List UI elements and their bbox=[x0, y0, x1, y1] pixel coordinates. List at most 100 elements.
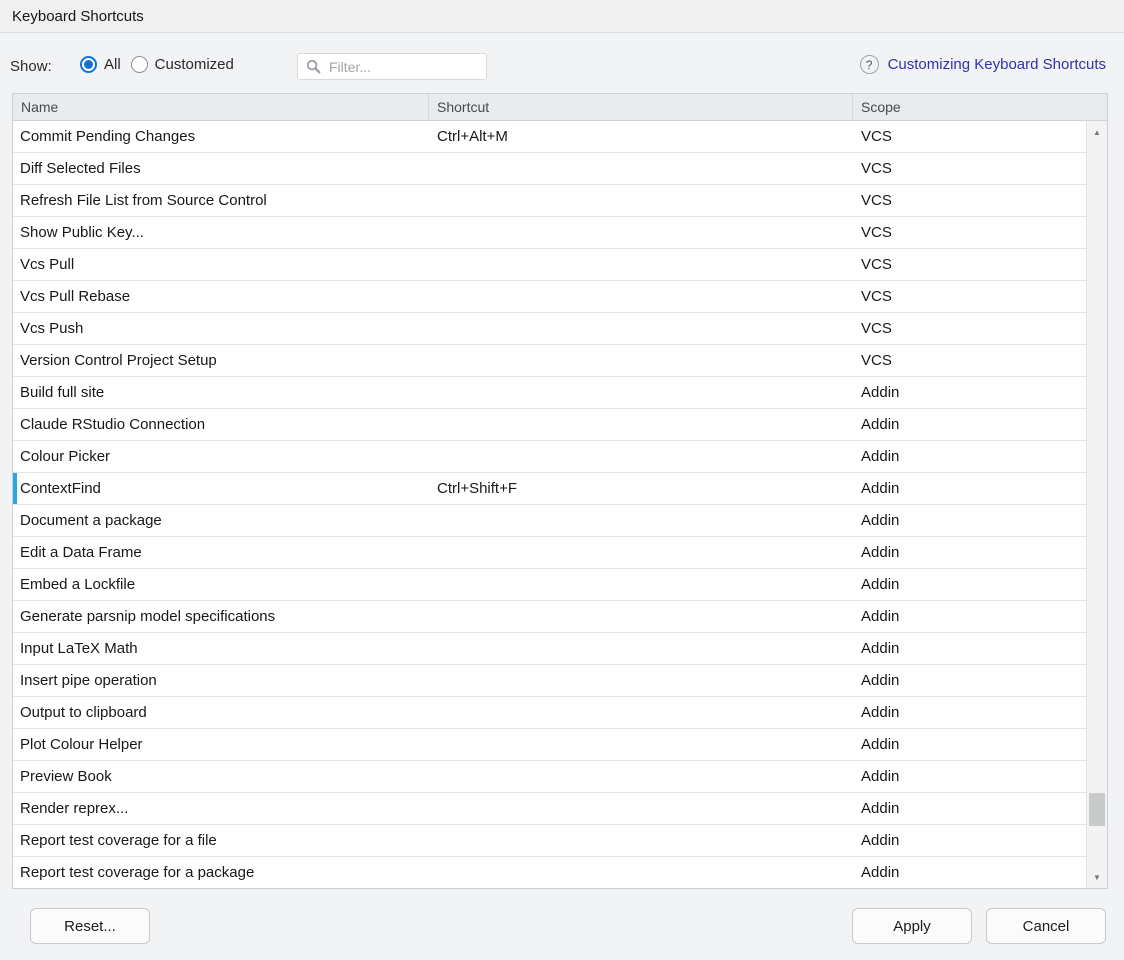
row-scope: VCS bbox=[852, 217, 1086, 248]
row-shortcut bbox=[428, 505, 852, 536]
row-name: Document a package bbox=[13, 505, 428, 536]
row-scope: Addin bbox=[852, 377, 1086, 408]
radio-customized-label: Customized bbox=[155, 55, 234, 73]
row-scope: Addin bbox=[852, 505, 1086, 536]
scrollbar-up-icon[interactable]: ▲ bbox=[1087, 123, 1107, 141]
row-scope: Addin bbox=[852, 409, 1086, 440]
row-shortcut bbox=[428, 441, 852, 472]
row-scope: Addin bbox=[852, 793, 1086, 824]
row-scope: VCS bbox=[852, 153, 1086, 184]
row-shortcut bbox=[428, 217, 852, 248]
table-row[interactable]: Version Control Project Setup VCS bbox=[13, 345, 1086, 377]
row-scope: VCS bbox=[852, 121, 1086, 152]
row-shortcut bbox=[428, 313, 852, 344]
row-name: Vcs Pull Rebase bbox=[13, 281, 428, 312]
cancel-button[interactable]: Cancel bbox=[986, 908, 1106, 944]
table-row[interactable]: Commit Pending Changes Ctrl+Alt+M VCS bbox=[13, 121, 1086, 153]
header-scope: Scope bbox=[852, 94, 1107, 120]
row-scope: VCS bbox=[852, 185, 1086, 216]
radio-all-label: All bbox=[104, 55, 121, 73]
row-name: Claude RStudio Connection bbox=[13, 409, 428, 440]
apply-button[interactable]: Apply bbox=[852, 908, 972, 944]
table-row[interactable]: Colour Picker Addin bbox=[13, 441, 1086, 473]
row-shortcut bbox=[428, 697, 852, 728]
table-row[interactable]: Report test coverage for a package Addin bbox=[13, 857, 1086, 888]
row-shortcut bbox=[428, 409, 852, 440]
row-scope: Addin bbox=[852, 761, 1086, 792]
table-row[interactable]: Input LaTeX Math Addin bbox=[13, 633, 1086, 665]
help-link[interactable]: Customizing Keyboard Shortcuts bbox=[888, 56, 1106, 73]
row-name: Plot Colour Helper bbox=[13, 729, 428, 760]
table-row[interactable]: Output to clipboard Addin bbox=[13, 697, 1086, 729]
table-row[interactable]: Generate parsnip model specifications Ad… bbox=[13, 601, 1086, 633]
scrollbar-down-icon[interactable]: ▼ bbox=[1087, 868, 1107, 886]
row-shortcut: Ctrl+Shift+F bbox=[428, 473, 852, 504]
shortcuts-table: Name Shortcut Scope Commit Pending Chang… bbox=[12, 93, 1108, 889]
row-name: Colour Picker bbox=[13, 441, 428, 472]
table-row[interactable]: ContextFind Ctrl+Shift+F Addin bbox=[13, 473, 1086, 505]
help-icon[interactable]: ? bbox=[860, 55, 879, 74]
row-name: Report test coverage for a file bbox=[13, 825, 428, 856]
table-row[interactable]: Preview Book Addin bbox=[13, 761, 1086, 793]
row-shortcut bbox=[428, 537, 852, 568]
table-row[interactable]: Vcs Pull Rebase VCS bbox=[13, 281, 1086, 313]
help-area[interactable]: ? Customizing Keyboard Shortcuts bbox=[860, 55, 1106, 74]
row-shortcut bbox=[428, 857, 852, 888]
row-shortcut bbox=[428, 761, 852, 792]
table-row[interactable]: Vcs Pull VCS bbox=[13, 249, 1086, 281]
table-row[interactable]: Build full site Addin bbox=[13, 377, 1086, 409]
table-row[interactable]: Plot Colour Helper Addin bbox=[13, 729, 1086, 761]
filter-input[interactable] bbox=[329, 59, 478, 75]
search-icon bbox=[306, 59, 321, 74]
row-name: Generate parsnip model specifications bbox=[13, 601, 428, 632]
radio-all[interactable]: All bbox=[80, 55, 121, 73]
dialog-title: Keyboard Shortcuts bbox=[12, 8, 144, 25]
row-name: Refresh File List from Source Control bbox=[13, 185, 428, 216]
row-name: Build full site bbox=[13, 377, 428, 408]
row-name: Version Control Project Setup bbox=[13, 345, 428, 376]
table-row[interactable]: Show Public Key... VCS bbox=[13, 217, 1086, 249]
table-row[interactable]: Document a package Addin bbox=[13, 505, 1086, 537]
row-scope: Addin bbox=[852, 537, 1086, 568]
table-header: Name Shortcut Scope bbox=[13, 94, 1107, 121]
row-scope: Addin bbox=[852, 697, 1086, 728]
table-row[interactable]: Insert pipe operation Addin bbox=[13, 665, 1086, 697]
table-body: Commit Pending Changes Ctrl+Alt+M VCS Di… bbox=[13, 121, 1107, 888]
row-shortcut bbox=[428, 633, 852, 664]
row-scope: Addin bbox=[852, 441, 1086, 472]
row-name: Show Public Key... bbox=[13, 217, 428, 248]
table-row[interactable]: Claude RStudio Connection Addin bbox=[13, 409, 1086, 441]
reset-button[interactable]: Reset... bbox=[30, 908, 150, 944]
table-scrollbar[interactable]: ▲ ▼ bbox=[1086, 121, 1107, 888]
row-name: Input LaTeX Math bbox=[13, 633, 428, 664]
table-row[interactable]: Report test coverage for a file Addin bbox=[13, 825, 1086, 857]
row-shortcut: Ctrl+Alt+M bbox=[428, 121, 852, 152]
row-scope: VCS bbox=[852, 281, 1086, 312]
row-shortcut bbox=[428, 793, 852, 824]
radio-customized[interactable]: Customized bbox=[131, 55, 234, 73]
row-scope: Addin bbox=[852, 473, 1086, 504]
row-shortcut bbox=[428, 601, 852, 632]
row-scope: Addin bbox=[852, 569, 1086, 600]
row-scope: Addin bbox=[852, 729, 1086, 760]
row-shortcut bbox=[428, 185, 852, 216]
row-shortcut bbox=[428, 377, 852, 408]
row-shortcut bbox=[428, 153, 852, 184]
row-name: ContextFind bbox=[13, 473, 428, 504]
row-shortcut bbox=[428, 665, 852, 696]
table-row[interactable]: Edit a Data Frame Addin bbox=[13, 537, 1086, 569]
radio-all-icon[interactable] bbox=[80, 56, 97, 73]
scrollbar-thumb[interactable] bbox=[1089, 793, 1105, 826]
row-name: Commit Pending Changes bbox=[13, 121, 428, 152]
filter-box[interactable] bbox=[297, 53, 487, 80]
show-label: Show: bbox=[10, 58, 52, 75]
table-row[interactable]: Render reprex... Addin bbox=[13, 793, 1086, 825]
row-name: Render reprex... bbox=[13, 793, 428, 824]
row-scope: Addin bbox=[852, 825, 1086, 856]
table-row[interactable]: Refresh File List from Source Control VC… bbox=[13, 185, 1086, 217]
table-row[interactable]: Vcs Push VCS bbox=[13, 313, 1086, 345]
row-shortcut bbox=[428, 345, 852, 376]
radio-customized-icon[interactable] bbox=[131, 56, 148, 73]
table-row[interactable]: Diff Selected Files VCS bbox=[13, 153, 1086, 185]
table-row[interactable]: Embed a Lockfile Addin bbox=[13, 569, 1086, 601]
